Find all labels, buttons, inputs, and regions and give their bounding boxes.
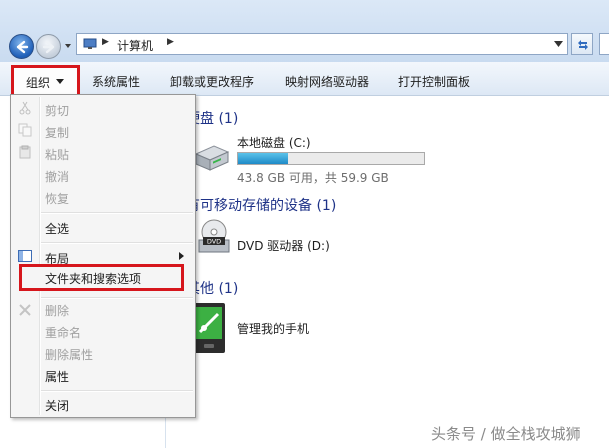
menu-item-undo[interactable]: 撤消: [45, 168, 69, 185]
group-header-removable[interactable]: 有可移动存储的设备 (1): [186, 195, 336, 215]
menu-item-delete[interactable]: 删除: [45, 302, 69, 319]
back-arrow-icon: [16, 40, 29, 54]
menu-item-properties[interactable]: 属性: [45, 368, 69, 385]
menu-separator: [41, 390, 193, 392]
forward-button[interactable]: [36, 34, 61, 59]
breadcrumb-computer[interactable]: 计算机: [117, 37, 153, 54]
layout-icon: [18, 250, 32, 262]
address-bar[interactable]: ▶ 计算机 ▶: [76, 33, 568, 55]
scissors-icon: [19, 101, 31, 115]
menu-item-close[interactable]: 关闭: [45, 397, 69, 414]
menu-separator: [41, 212, 193, 214]
uninstall-program-button[interactable]: 卸载或更改程序: [170, 73, 254, 90]
phone-manager-icon[interactable]: [192, 302, 226, 354]
breadcrumb-separator-icon[interactable]: ▶: [102, 37, 109, 47]
menu-separator: [41, 297, 193, 299]
paste-icon: [19, 145, 31, 159]
forward-arrow-icon: [42, 40, 55, 54]
chevron-down-icon: [56, 79, 64, 84]
local-disk-name[interactable]: 本地磁盘 (C:): [237, 134, 311, 151]
open-control-panel-button[interactable]: 打开控制面板: [398, 73, 470, 90]
refresh-button[interactable]: [571, 33, 593, 55]
delete-x-icon: [19, 304, 31, 316]
watermark: 头条号 / 做全栈攻城狮: [431, 425, 581, 443]
back-button[interactable]: [9, 34, 34, 59]
local-disk-space: 43.8 GB 可用，共 59.9 GB: [237, 171, 389, 185]
hard-drive-icon[interactable]: [192, 140, 230, 176]
menu-item-paste[interactable]: 粘贴: [45, 146, 69, 163]
menu-item-folder-options[interactable]: 文件夹和搜索选项: [19, 264, 184, 291]
map-network-drive-button[interactable]: 映射网络驱动器: [285, 73, 369, 90]
menu-gutter: [39, 97, 41, 415]
menu-item-cut[interactable]: 剪切: [45, 102, 69, 119]
breadcrumb-separator-icon[interactable]: ▶: [167, 37, 174, 47]
disk-usage-fill: [238, 153, 289, 164]
menu-item-copy[interactable]: 复制: [45, 124, 69, 141]
phone-manager-name[interactable]: 管理我的手机: [237, 320, 309, 337]
menu-item-rename[interactable]: 重命名: [45, 324, 81, 341]
dvd-drive-icon[interactable]: DVD: [197, 218, 231, 256]
menu-item-redo[interactable]: 恢复: [45, 190, 69, 207]
menu-item-remove-properties[interactable]: 删除属性: [45, 346, 93, 363]
svg-text:DVD: DVD: [207, 238, 221, 246]
organize-label: 组织: [26, 76, 51, 90]
copy-icon: [18, 123, 32, 137]
address-toolbar: ▶ 计算机 ▶: [0, 0, 609, 62]
history-dropdown-icon[interactable]: [64, 42, 72, 50]
submenu-arrow-icon: [179, 252, 184, 260]
menu-separator: [41, 242, 193, 244]
refresh-icon: [578, 40, 588, 50]
organize-button[interactable]: 组织: [11, 65, 80, 97]
computer-icon: [83, 38, 97, 49]
disk-usage-bar: [237, 152, 425, 165]
command-bar: 系统属性 卸载或更改程序 映射网络驱动器 打开控制面板: [0, 62, 609, 96]
system-properties-button[interactable]: 系统属性: [92, 73, 140, 90]
menu-item-select-all[interactable]: 全选: [45, 220, 69, 237]
folder-options-label: 文件夹和搜索选项: [45, 272, 142, 286]
dvd-drive-name[interactable]: DVD 驱动器 (D:): [237, 237, 330, 254]
organize-menu: 剪切 复制 粘贴 撤消 恢复 全选 布局 删除 重命名 删除属性 属性 关闭: [10, 94, 196, 418]
chevron-down-icon[interactable]: [554, 41, 563, 47]
search-input[interactable]: [599, 33, 609, 55]
